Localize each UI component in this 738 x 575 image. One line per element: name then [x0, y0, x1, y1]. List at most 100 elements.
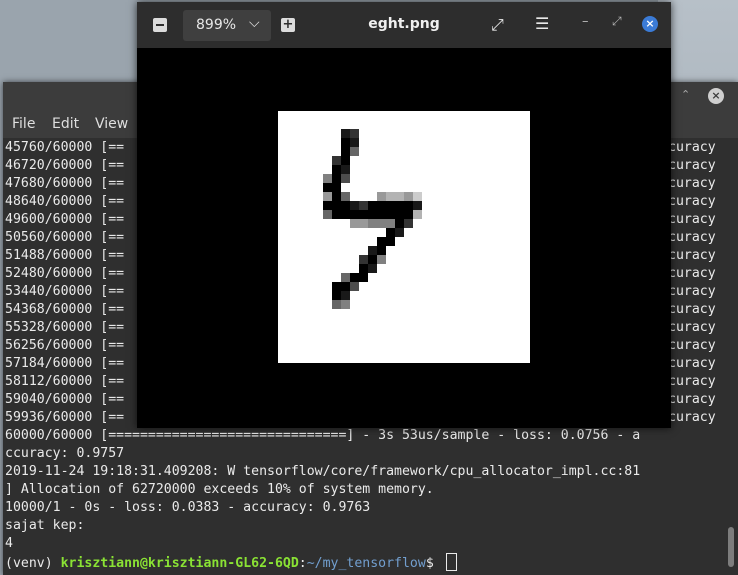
terminal-line-tail: curacy	[668, 194, 716, 209]
terminal-line-text: ccuracy: 0.9757	[5, 446, 125, 461]
terminal-line-tail: curacy	[668, 212, 716, 227]
terminal-line-text: 49600/60000 [==	[5, 212, 125, 227]
terminal-line-text: 10000/1 - 0s - loss: 0.0383 - accuracy: …	[5, 500, 371, 515]
terminal-prompt[interactable]: (venv) krisztiann@krisztiann-GL62-6QD:~/…	[5, 553, 738, 571]
terminal-line-text: 54368/60000 [==	[5, 302, 125, 317]
image-viewer-window: 899% ⌵ + eght.png ⤢ ☰ – ⤢ ×	[137, 2, 671, 428]
terminal-line-tail: curacy	[668, 392, 716, 407]
terminal-line-text: 48640/60000 [==	[5, 194, 125, 209]
terminal-line-tail: curacy	[668, 140, 716, 155]
digit-pixel	[413, 210, 422, 219]
digit-pixel	[395, 210, 404, 219]
prompt-separator: :	[298, 556, 307, 571]
digit-pixel	[350, 129, 359, 138]
digit-pixel	[323, 201, 332, 210]
terminal-cursor	[445, 553, 457, 571]
terminal-line-text: 53440/60000 [==	[5, 284, 125, 299]
digit-pixel	[386, 201, 395, 210]
prompt-path: ~/my_tensorflow	[306, 556, 426, 571]
digit-pixel	[350, 147, 359, 156]
digit-pixel	[404, 219, 413, 228]
close-icon[interactable]: ×	[642, 16, 658, 32]
digit-pixel	[413, 192, 422, 201]
terminal-line: 60000/60000 [===========================…	[5, 427, 738, 445]
digit-pixel	[386, 237, 395, 246]
terminal-line-text: 59040/60000 [==	[5, 392, 125, 407]
prompt-symbol: $	[425, 556, 442, 571]
fullscreen-icon[interactable]: ⤢	[491, 15, 504, 35]
digit-pixel	[341, 300, 350, 309]
terminal-scrollbar[interactable]	[728, 527, 734, 567]
maximize-icon[interactable]: ⤢	[612, 14, 622, 29]
prompt-venv: (venv)	[5, 556, 61, 571]
digit-pixel	[350, 210, 359, 219]
terminal-line-tail: curacy	[668, 230, 716, 245]
digit-pixel	[404, 210, 413, 219]
hamburger-menu-icon[interactable]: ☰	[535, 14, 549, 33]
digit-pixel	[341, 210, 350, 219]
digit-pixel	[377, 210, 386, 219]
terminal-close-icon[interactable]: ×	[708, 88, 724, 104]
terminal-line: ] Allocation of 62720000 exceeds 10% of …	[5, 481, 738, 499]
terminal-line-text: 50560/60000 [==	[5, 230, 125, 245]
digit-pixel	[404, 192, 413, 201]
digit-pixel	[341, 156, 350, 165]
digit-pixel	[350, 273, 359, 282]
terminal-line-tail: curacy	[668, 176, 716, 191]
terminal-line: 2019-11-24 19:18:31.409208: W tensorflow…	[5, 463, 738, 481]
minimize-icon[interactable]: –	[582, 14, 589, 29]
menu-view[interactable]: View	[95, 116, 128, 132]
terminal-line-text: 59936/60000 [==	[5, 410, 125, 425]
terminal-line: sajat kep:	[5, 517, 738, 535]
terminal-line-text: 52480/60000 [==	[5, 266, 125, 281]
digit-pixel	[332, 183, 341, 192]
terminal-line-text: 2019-11-24 19:18:31.409208: W tensorflow…	[5, 464, 641, 479]
digit-pixel	[404, 201, 413, 210]
viewer-headerbar: 899% ⌵ + eght.png ⤢ ☰ – ⤢ ×	[137, 2, 671, 48]
digit-pixel	[332, 201, 341, 210]
digit-pixel	[368, 246, 377, 255]
terminal-line-tail: curacy	[668, 410, 716, 425]
digit-pixel	[377, 192, 386, 201]
digit-pixel	[395, 192, 404, 201]
digit-pixel	[350, 219, 359, 228]
digit-pixel	[323, 183, 332, 192]
terminal-line-text: 60000/60000 [===========================…	[5, 428, 641, 443]
digit-pixel	[386, 228, 395, 237]
prompt-user: krisztiann@krisztiann-GL62-6QD	[60, 556, 299, 571]
terminal-line-tail: curacy	[668, 284, 716, 299]
digit-pixel	[341, 192, 350, 201]
terminal-line: 10000/1 - 0s - loss: 0.0383 - accuracy: …	[5, 499, 738, 517]
viewer-title: eght.png	[368, 16, 440, 32]
digit-pixel	[359, 210, 368, 219]
menu-file[interactable]: File	[12, 116, 35, 132]
menu-edit[interactable]: Edit	[52, 116, 79, 132]
terminal-line-text: 4	[5, 536, 13, 551]
viewer-canvas	[137, 48, 671, 428]
digit-pixel	[323, 210, 332, 219]
digit-image-svg	[323, 129, 422, 309]
terminal-restore-icon[interactable]: ⌃	[681, 88, 690, 101]
digit-pixel	[377, 246, 386, 255]
digit-pixel	[386, 192, 395, 201]
digit-pixel	[377, 237, 386, 246]
digit-pixel	[368, 201, 377, 210]
digit-pixel	[368, 210, 377, 219]
terminal-line-tail: curacy	[668, 248, 716, 263]
digit-pixel	[341, 165, 350, 174]
terminal-line: 4	[5, 535, 738, 553]
terminal-line-text: 56256/60000 [==	[5, 338, 125, 353]
digit-pixel	[377, 201, 386, 210]
digit-pixel	[332, 192, 341, 201]
terminal-line-tail: curacy	[668, 338, 716, 353]
digit-pixel	[341, 291, 350, 300]
digit-pixel	[350, 138, 359, 147]
digit-pixel	[332, 291, 341, 300]
terminal-line-text: 51488/60000 [==	[5, 248, 125, 263]
digit-pixel	[359, 219, 368, 228]
digit-pixel	[341, 129, 350, 138]
digit-pixel	[332, 165, 341, 174]
terminal-line-tail: curacy	[668, 374, 716, 389]
terminal-line-text: sajat kep:	[5, 518, 85, 533]
terminal-line-text: 58112/60000 [==	[5, 374, 125, 389]
